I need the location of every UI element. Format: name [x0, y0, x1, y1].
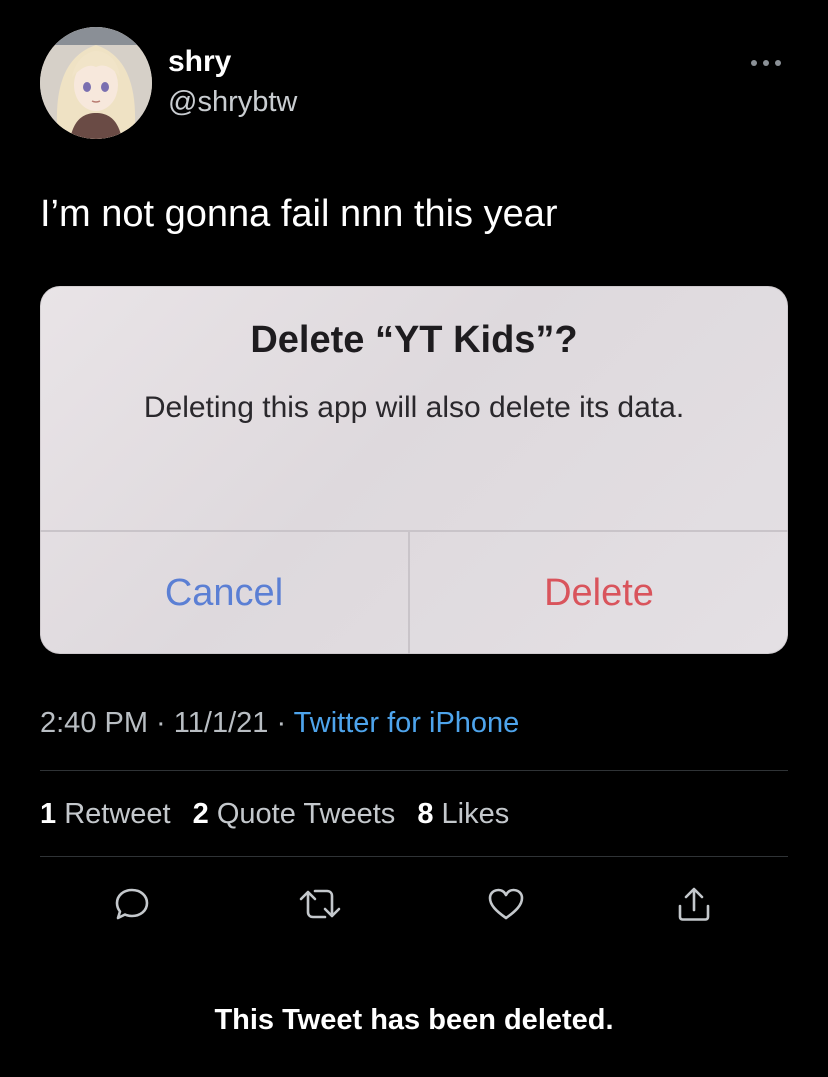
likes-stat[interactable]: 8 Likes: [417, 798, 509, 830]
quote-tweets-stat[interactable]: 2 Quote Tweets: [193, 798, 396, 830]
tweet-metadata: 2:40 PM · 11/1/21 · Twitter for iPhone: [40, 704, 519, 742]
retweets-stat[interactable]: 1 Retweet: [40, 798, 171, 830]
heart-icon: [488, 888, 524, 920]
tweet-source-link[interactable]: Twitter for iPhone: [294, 707, 520, 739]
anime-character-avatar-image: [40, 27, 152, 139]
meta-separator: ·: [268, 707, 294, 739]
alert-cancel-button: Cancel: [164, 571, 284, 614]
like-button[interactable]: [482, 880, 530, 928]
share-button[interactable]: [670, 880, 718, 928]
alert-title: Delete “YT Kids”?: [250, 319, 578, 361]
tweet-stats: 1 Retweet 2 Quote Tweets 8 Likes: [40, 794, 523, 834]
likes-count: 8: [417, 798, 434, 830]
author-handle[interactable]: @shrybtw: [168, 84, 297, 120]
alert-message: Deleting this app will also delete its d…: [143, 391, 685, 424]
reply-button[interactable]: [108, 880, 156, 928]
tweet-time[interactable]: 2:40 PM: [40, 707, 148, 739]
likes-label: Likes: [441, 798, 510, 830]
author-display-name[interactable]: shry: [168, 44, 231, 80]
alert-delete-button: Delete: [544, 571, 654, 614]
retweets-label: Retweet: [64, 798, 171, 830]
tweet-deleted-notice: This Tweet has been deleted.: [214, 1004, 614, 1036]
tweet-media-image[interactable]: Delete “YT Kids”? Deleting this app will…: [40, 286, 788, 654]
more-options-button[interactable]: [744, 48, 788, 78]
share-upload-icon: [678, 887, 710, 921]
tweet-date[interactable]: 11/1/21: [174, 707, 269, 739]
quote-tweets-count: 2: [192, 798, 209, 830]
quote-tweets-label: Quote Tweets: [216, 798, 396, 830]
retweets-count: 1: [40, 798, 57, 830]
meta-separator: ·: [148, 707, 174, 739]
divider: [40, 770, 788, 771]
more-dots-icon: [751, 60, 781, 66]
retweet-button[interactable]: [296, 880, 344, 928]
avatar[interactable]: [40, 27, 152, 139]
tweet-text: I’m not gonna fail nnn this year: [40, 193, 558, 235]
divider: [40, 856, 788, 857]
reply-bubble-icon: [115, 888, 149, 920]
retweet-arrows-icon: [299, 889, 341, 919]
